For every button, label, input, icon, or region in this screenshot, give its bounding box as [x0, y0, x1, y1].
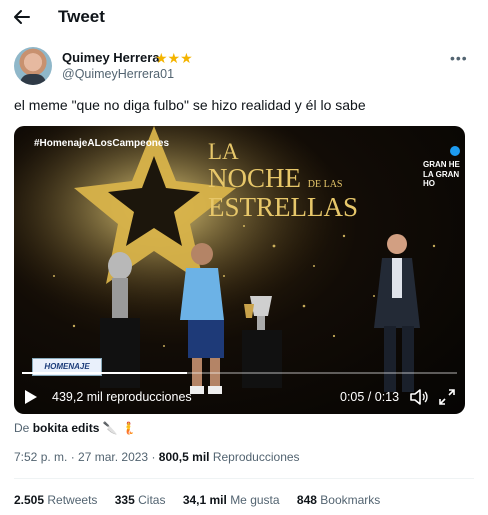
fullscreen-icon[interactable] — [439, 389, 455, 405]
tweet-date[interactable]: 27 mar. 2023 — [78, 450, 148, 464]
avatar[interactable] — [14, 47, 52, 85]
engagement-stats: 2.505 Retweets 335 Citas 34,1 mil Me gus… — [14, 493, 394, 507]
arrow-left-icon[interactable] — [12, 7, 32, 27]
tweet-text: el meme "que no diga fulbo" se hizo real… — [14, 97, 366, 113]
page-title: Tweet — [58, 7, 105, 26]
video-source: De bokita edits 🔪 🧜 — [14, 421, 136, 435]
tweet-time[interactable]: 7:52 p. m. — [14, 450, 67, 464]
view-count: 439,2 mil reproducciones — [52, 390, 192, 404]
play-icon[interactable] — [24, 389, 38, 405]
bookmarks-stat[interactable]: 848 Bookmarks — [297, 493, 380, 507]
likes-stat[interactable]: 34,1 mil Me gusta — [183, 493, 280, 507]
video-hashtag: #HomenajeALosCampeones — [34, 138, 170, 149]
video-time: 0:05 / 0:13 — [340, 390, 400, 404]
star-badges: ★★★ — [155, 50, 193, 66]
tweet-meta: 7:52 p. m. · 27 mar. 2023 · 800,5 mil Re… — [14, 450, 300, 464]
divider — [14, 478, 474, 479]
top-bar: Tweet — [0, 0, 488, 36]
author-handle[interactable]: @QuimeyHerrera01 — [62, 67, 174, 81]
tweet-views-value: 800,5 mil — [158, 450, 210, 464]
source-author-link[interactable]: bokita edits — [33, 421, 100, 435]
video-progress-bar[interactable] — [22, 372, 457, 374]
volume-icon[interactable] — [410, 389, 428, 405]
sponsor-logo — [450, 146, 460, 156]
tweet-views-label: Reproducciones — [212, 450, 300, 464]
show-title: LA NOCHE DE LAS ESTRELLAS — [208, 139, 359, 222]
retweets-stat[interactable]: 2.505 Retweets — [14, 493, 97, 507]
sponsor-text: GRAN HE LA GRAN HO — [423, 160, 460, 189]
source-emoji: 🔪 🧜 — [102, 421, 136, 435]
quotes-stat[interactable]: 335 Citas — [115, 493, 166, 507]
video-progress-fill — [22, 372, 188, 374]
author-name[interactable]: Quimey Herrera — [62, 50, 160, 65]
more-dots-icon[interactable]: ••• — [450, 50, 468, 66]
video-player[interactable]: #HomenajeALosCampeones LA NOCHE DE LAS E… — [14, 126, 465, 414]
